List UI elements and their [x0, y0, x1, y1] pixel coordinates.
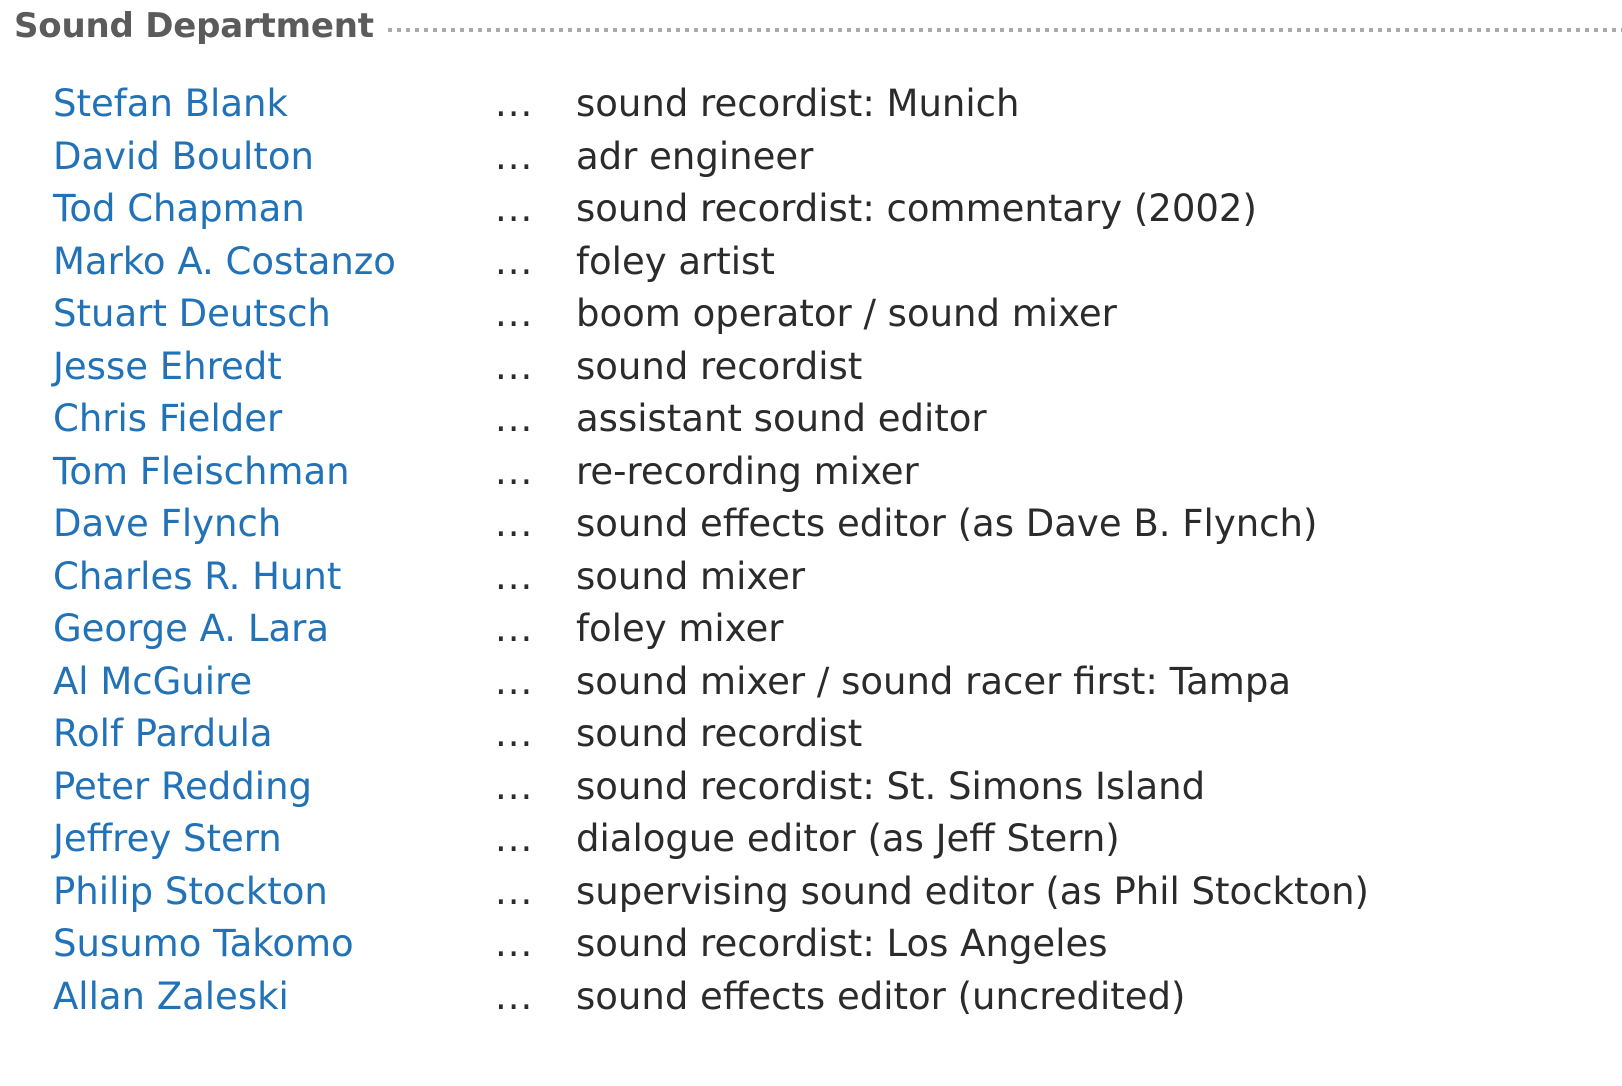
credit-role: sound mixer / sound racer first: Tampa	[576, 659, 1292, 703]
header-dotted-rule	[387, 28, 1622, 32]
credit-name-link[interactable]: Jesse Ehredt	[53, 345, 282, 388]
credit-row: Chris Fielder... assistant sound editor	[0, 393, 1622, 446]
credit-name-link[interactable]: Philip Stockton	[53, 870, 328, 913]
credit-row: Stuart Deutsch... boom operator / sound m…	[0, 288, 1622, 341]
credit-name-cell: Philip Stockton	[0, 866, 495, 919]
credit-name-cell: Chris Fielder	[0, 393, 495, 446]
credit-separator: ...	[495, 974, 534, 1018]
credit-row: Jeffrey Stern... dialogue editor (as Jeff…	[0, 813, 1622, 866]
credit-name-link[interactable]: Peter Redding	[53, 765, 312, 808]
page-title: Sound Department	[14, 6, 374, 46]
credit-row: Peter Redding... sound recordist: St. Sim…	[0, 761, 1622, 814]
credit-separator: ...	[495, 239, 534, 283]
credit-name-cell: Stuart Deutsch	[0, 288, 495, 341]
credit-name-cell: David Boulton	[0, 131, 495, 184]
credit-name-cell: George A. Lara	[0, 603, 495, 656]
credit-name-link[interactable]: Jeffrey Stern	[53, 817, 282, 860]
credit-row: Stefan Blank... sound recordist: Munich	[0, 78, 1622, 131]
credit-name-link[interactable]: David Boulton	[53, 135, 314, 178]
credit-name-cell: Stefan Blank	[0, 78, 495, 131]
credit-row: Philip Stockton... supervising sound edit…	[0, 866, 1622, 919]
credit-name-cell: Rolf Pardula	[0, 708, 495, 761]
credit-separator: ...	[495, 659, 534, 703]
credit-row: Dave Flynch... sound effects editor (as D…	[0, 498, 1622, 551]
credit-row: Jesse Ehredt... sound recordist	[0, 341, 1622, 394]
credit-name-cell: Charles R. Hunt	[0, 551, 495, 604]
credit-role: assistant sound editor	[576, 397, 987, 440]
credit-separator: ...	[495, 554, 534, 598]
credit-separator: ...	[495, 292, 534, 335]
credit-name-link[interactable]: Rolf Pardula	[53, 712, 273, 755]
credit-name-cell: Peter Redding	[0, 761, 495, 814]
credit-role: sound effects editor (uncredited)	[576, 974, 1186, 1018]
credit-name-link[interactable]: Tom Fleischman	[53, 450, 350, 493]
credit-name-link[interactable]: Susumo Takomo	[53, 922, 354, 965]
credit-name-link[interactable]: Al McGuire	[53, 660, 252, 703]
credit-row: George A. Lara... foley mixer	[0, 603, 1622, 656]
credit-separator: ...	[495, 607, 534, 650]
credit-separator: ...	[495, 82, 534, 125]
credits-table: Stefan Blank... sound recordist: Munich Da…	[0, 78, 1622, 1023]
credit-row: Marko A. Costanzo... foley artist	[0, 236, 1622, 289]
credit-role: re-recording mixer	[576, 449, 919, 493]
credit-separator: ...	[495, 922, 534, 965]
credit-role: boom operator / sound mixer	[576, 292, 1117, 335]
credit-row: David Boulton... adr engineer	[0, 131, 1622, 184]
credit-row: Susumo Takomo... sound recordist: Los Ang…	[0, 918, 1622, 971]
credit-role: dialogue editor (as Jeff Stern)	[576, 817, 1120, 860]
credit-row: Tom Fleischman... re-recording mixer	[0, 446, 1622, 499]
credit-separator: ...	[495, 817, 534, 860]
credit-name-cell: Tom Fleischman	[0, 446, 495, 499]
credit-name-cell: Tod Chapman	[0, 183, 495, 236]
credit-row: Al McGuire... sound mixer / sound racer f…	[0, 656, 1622, 709]
credit-role: sound recordist: Munich	[576, 82, 1020, 125]
credit-separator: ...	[495, 187, 534, 230]
credit-role: foley mixer	[576, 607, 784, 650]
credit-name-link[interactable]: Stuart Deutsch	[53, 292, 331, 335]
credit-separator: ...	[495, 502, 534, 545]
credit-row: Tod Chapman... sound recordist: commentar…	[0, 183, 1622, 236]
credit-separator: ...	[495, 764, 534, 808]
credit-row: Allan Zaleski... sound effects editor (un…	[0, 971, 1622, 1024]
credit-name-cell: Marko A. Costanzo	[0, 236, 495, 289]
credit-name-cell: Al McGuire	[0, 656, 495, 709]
credit-role: sound recordist: Los Angeles	[576, 922, 1108, 965]
credit-role: sound effects editor (as Dave B. Flynch)	[576, 502, 1318, 545]
credit-name-cell: Dave Flynch	[0, 498, 495, 551]
credits-table-body: Stefan Blank... sound recordist: Munich Da…	[0, 78, 1622, 1023]
credit-role: sound mixer	[576, 554, 806, 598]
section-header: Sound Department	[14, 6, 1622, 46]
credit-separator: ...	[495, 712, 534, 755]
credit-name-link[interactable]: Charles R. Hunt	[53, 555, 341, 598]
credit-separator: ...	[495, 134, 534, 178]
credit-role: adr engineer	[576, 134, 814, 178]
credit-name-link[interactable]: Dave Flynch	[53, 502, 281, 545]
credit-name-link[interactable]: Allan Zaleski	[53, 975, 289, 1018]
credit-role: sound recordist: commentary (2002)	[576, 187, 1257, 230]
credit-name-link[interactable]: Marko A. Costanzo	[53, 240, 396, 283]
credit-separator: ...	[495, 344, 534, 388]
credit-name-link[interactable]: Stefan Blank	[53, 82, 288, 125]
credit-name-cell: Allan Zaleski	[0, 971, 495, 1024]
credit-name-link[interactable]: Chris Fielder	[53, 397, 282, 440]
credit-row: Charles R. Hunt... sound mixer	[0, 551, 1622, 604]
credit-name-link[interactable]: George A. Lara	[53, 607, 329, 650]
credit-row: Rolf Pardula... sound recordist	[0, 708, 1622, 761]
credit-role: sound recordist	[576, 712, 863, 755]
credits-page: Sound Department Stefan Blank... sound re…	[0, 0, 1622, 1086]
credit-name-link[interactable]: Tod Chapman	[53, 187, 305, 230]
credit-role: supervising sound editor (as Phil Stockt…	[576, 869, 1369, 913]
credit-role: sound recordist: St. Simons Island	[576, 764, 1206, 808]
credit-separator: ...	[495, 869, 534, 913]
credit-role: sound recordist	[576, 344, 863, 388]
credit-name-cell: Susumo Takomo	[0, 918, 495, 971]
credit-separator: ...	[495, 449, 534, 493]
credit-role: foley artist	[576, 239, 775, 283]
credit-separator: ...	[495, 397, 534, 440]
credit-name-cell: Jeffrey Stern	[0, 813, 495, 866]
credit-name-cell: Jesse Ehredt	[0, 341, 495, 394]
